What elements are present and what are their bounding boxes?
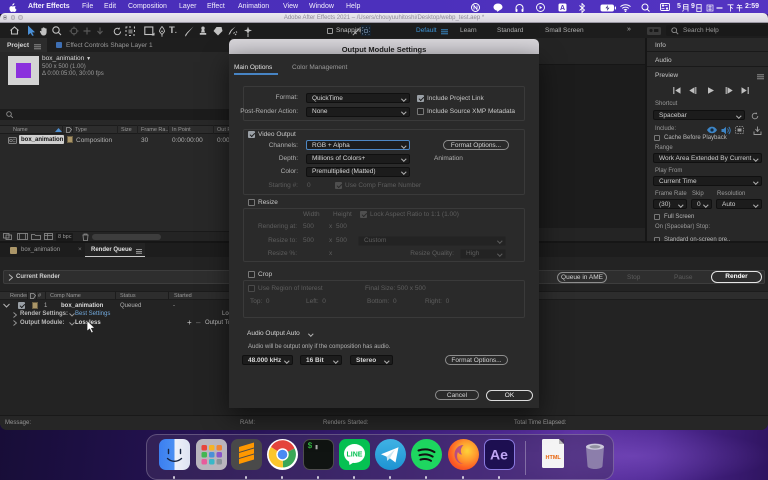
svg-text:Ae: Ae <box>490 447 508 463</box>
svg-text:A: A <box>560 5 565 12</box>
svg-text:LINE: LINE <box>346 452 362 459</box>
